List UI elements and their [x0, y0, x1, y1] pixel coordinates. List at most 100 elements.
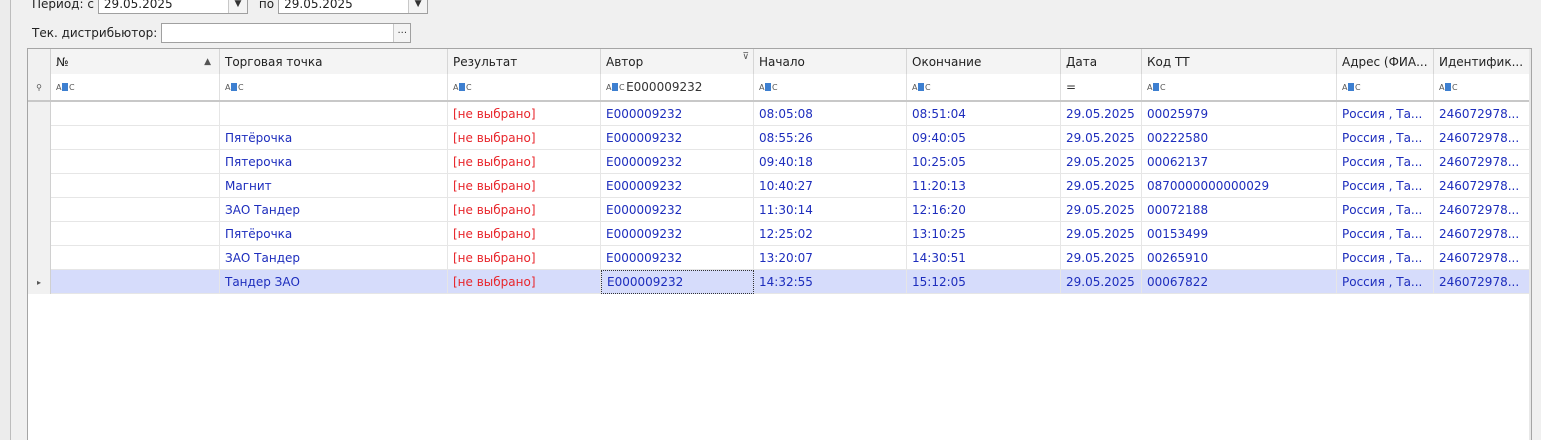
cell-code[interactable]: 00153499 — [1142, 222, 1337, 246]
column-header-date[interactable]: Дата — [1061, 49, 1142, 74]
cell-no[interactable] — [51, 222, 220, 246]
table-row[interactable]: ЗАО Тандер [не выбрано] E000009232 13:20:07… — [28, 246, 1531, 270]
filter-cell-author[interactable]: A C E000009232 — [601, 74, 754, 100]
cell-address[interactable]: Россия , Та... — [1337, 150, 1434, 174]
cell-point[interactable]: Пятёрочка — [220, 126, 448, 150]
filter-cell-start[interactable]: AC — [754, 74, 907, 100]
cell-result[interactable]: [не выбрано] — [448, 150, 601, 174]
cell-author[interactable]: E000009232 — [601, 270, 754, 294]
cell-end[interactable]: 09:40:05 — [907, 126, 1061, 150]
cell-no[interactable] — [51, 270, 220, 294]
chevron-down-icon[interactable]: ▼ — [227, 0, 247, 13]
cell-end[interactable]: 11:20:13 — [907, 174, 1061, 198]
table-row[interactable]: ▸ Тандер ЗАО [не выбрано] E000009232 14:32:5… — [28, 270, 1531, 294]
cell-date[interactable]: 29.05.2025 — [1061, 102, 1142, 126]
ellipsis-button[interactable]: ··· — [393, 24, 411, 42]
cell-code[interactable]: 00062137 — [1142, 150, 1337, 174]
cell-result[interactable]: [не выбрано] — [448, 102, 601, 126]
cell-code[interactable]: 00265910 — [1142, 246, 1337, 270]
cell-result[interactable]: [не выбрано] — [448, 246, 601, 270]
cell-start[interactable]: 13:20:07 — [754, 246, 907, 270]
cell-address[interactable]: Россия , Та... — [1337, 246, 1434, 270]
cell-code[interactable]: 00067822 — [1142, 270, 1337, 294]
filter-cell-end[interactable]: AC — [907, 74, 1061, 100]
cell-point[interactable]: Магнит — [220, 174, 448, 198]
filter-cell-result[interactable]: AC — [448, 74, 601, 100]
cell-date[interactable]: 29.05.2025 — [1061, 198, 1142, 222]
cell-end[interactable]: 15:12:05 — [907, 270, 1061, 294]
column-header-point[interactable]: Торговая точка — [220, 49, 448, 74]
period-to-input[interactable]: 29.05.2025 ▼ — [278, 0, 429, 14]
column-header-author[interactable]: Автор ⊽ — [601, 49, 754, 74]
cell-date[interactable]: 29.05.2025 — [1061, 150, 1142, 174]
cell-address[interactable]: Россия , Та... — [1337, 126, 1434, 150]
cell-author[interactable]: E000009232 — [601, 222, 754, 246]
cell-author[interactable]: E000009232 — [601, 174, 754, 198]
cell-ident[interactable]: 246072978... — [1434, 246, 1531, 270]
cell-author[interactable]: E000009232 — [601, 102, 754, 126]
cell-result[interactable]: [не выбрано] — [448, 270, 601, 294]
column-header-address[interactable]: Адрес (ФИА... — [1337, 49, 1434, 74]
cell-date[interactable]: 29.05.2025 — [1061, 222, 1142, 246]
period-from-input[interactable]: 29.05.2025 ▼ — [97, 0, 248, 14]
column-header-result[interactable]: Результат — [448, 49, 601, 74]
cell-author[interactable]: E000009232 — [601, 126, 754, 150]
cell-point[interactable]: Тандер ЗАО — [220, 270, 448, 294]
cell-date[interactable]: 29.05.2025 — [1061, 270, 1142, 294]
cell-date[interactable]: 29.05.2025 — [1061, 126, 1142, 150]
filter-cell-point[interactable]: AC — [220, 74, 448, 100]
cell-code[interactable]: 00072188 — [1142, 198, 1337, 222]
cell-end[interactable]: 14:30:51 — [907, 246, 1061, 270]
cell-start[interactable]: 09:40:18 — [754, 150, 907, 174]
cell-code[interactable]: 00025979 — [1142, 102, 1337, 126]
cell-end[interactable]: 13:10:25 — [907, 222, 1061, 246]
chevron-down-icon[interactable]: ▼ — [408, 0, 428, 13]
distributor-input[interactable]: ··· — [161, 23, 412, 43]
cell-start[interactable]: 14:32:55 — [754, 270, 907, 294]
cell-author[interactable]: E000009232 — [601, 150, 754, 174]
column-header-no[interactable]: № ▲ — [51, 49, 220, 74]
cell-ident[interactable]: 246072978... — [1434, 102, 1531, 126]
row-indicator[interactable] — [28, 222, 51, 246]
cell-date[interactable]: 29.05.2025 — [1061, 246, 1142, 270]
filter-cell-ident[interactable]: AC — [1434, 74, 1531, 100]
cell-code[interactable]: 0870000000000029 — [1142, 174, 1337, 198]
filter-cell-code[interactable]: AC — [1142, 74, 1337, 100]
table-row[interactable]: ЗАО Тандер [не выбрано] E000009232 11:30:14… — [28, 198, 1531, 222]
cell-date[interactable]: 29.05.2025 — [1061, 174, 1142, 198]
cell-no[interactable] — [51, 102, 220, 126]
row-indicator[interactable] — [28, 150, 51, 174]
cell-author[interactable]: E000009232 — [601, 198, 754, 222]
cell-start[interactable]: 08:55:26 — [754, 126, 907, 150]
cell-ident[interactable]: 246072978... — [1434, 150, 1531, 174]
column-header-ident[interactable]: Идентифик... — [1434, 49, 1531, 74]
cell-address[interactable]: Россия , Та... — [1337, 222, 1434, 246]
cell-address[interactable]: Россия , Та... — [1337, 174, 1434, 198]
column-header-code[interactable]: Код ТТ — [1142, 49, 1337, 74]
cell-point[interactable]: ЗАО Тандер — [220, 198, 448, 222]
cell-no[interactable] — [51, 246, 220, 270]
column-header-end[interactable]: Окончание — [907, 49, 1061, 74]
cell-no[interactable] — [51, 126, 220, 150]
cell-result[interactable]: [не выбрано] — [448, 174, 601, 198]
cell-ident[interactable]: 246072978... — [1434, 174, 1531, 198]
row-indicator[interactable] — [28, 246, 51, 270]
cell-code[interactable]: 00222580 — [1142, 126, 1337, 150]
row-indicator[interactable] — [28, 102, 51, 126]
cell-address[interactable]: Россия , Та... — [1337, 198, 1434, 222]
cell-point[interactable]: Пятерочка — [220, 150, 448, 174]
table-row[interactable]: Пятёрочка [не выбрано] E000009232 12:25:02 1… — [28, 222, 1531, 246]
cell-start[interactable]: 08:05:08 — [754, 102, 907, 126]
cell-start[interactable]: 10:40:27 — [754, 174, 907, 198]
row-indicator[interactable] — [28, 174, 51, 198]
cell-point[interactable] — [220, 102, 448, 126]
cell-address[interactable]: Россия , Та... — [1337, 102, 1434, 126]
column-filter-icon[interactable]: ⊽ — [742, 52, 749, 62]
cell-point[interactable]: ЗАО Тандер — [220, 246, 448, 270]
cell-author[interactable]: E000009232 — [601, 246, 754, 270]
cell-start[interactable]: 11:30:14 — [754, 198, 907, 222]
table-row[interactable]: Магнит [не выбрано] E000009232 10:40:27 11:2… — [28, 174, 1531, 198]
cell-address[interactable]: Россия , Та... — [1337, 270, 1434, 294]
table-row[interactable]: [не выбрано] E000009232 08:05:08 08:51:04 29… — [28, 102, 1531, 126]
cell-no[interactable] — [51, 198, 220, 222]
